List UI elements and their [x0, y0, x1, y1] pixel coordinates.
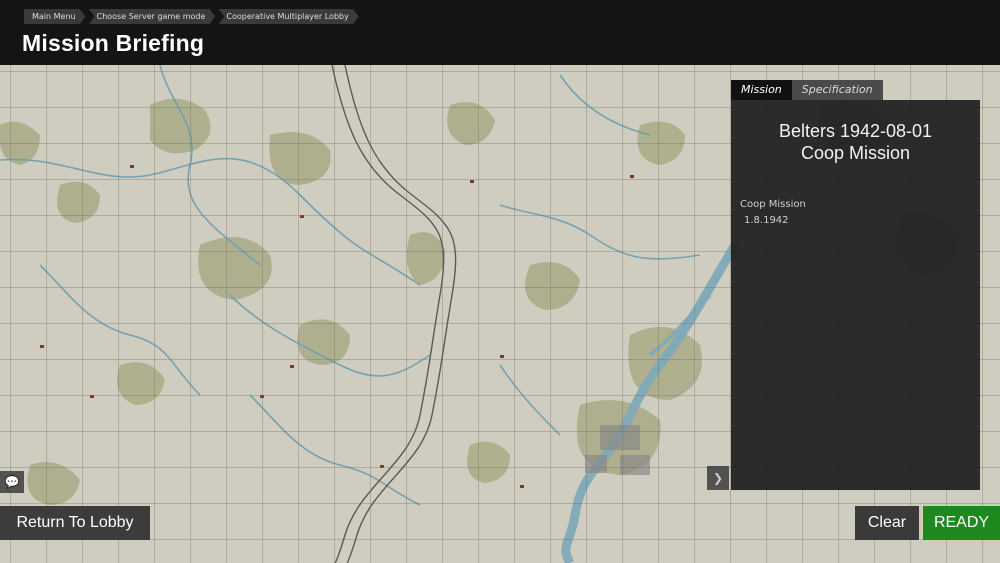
breadcrumb: Main Menu Choose Server game mode Cooper…	[24, 9, 362, 24]
header-bar: Main Menu Choose Server game mode Cooper…	[0, 0, 1000, 65]
return-to-lobby-button[interactable]: Return To Lobby	[0, 506, 150, 540]
tab-mission[interactable]: Mission	[731, 80, 792, 100]
chat-icon[interactable]: 💬	[0, 471, 24, 493]
mission-title: Belters 1942-08-01	[778, 121, 933, 141]
breadcrumb-main-menu[interactable]: Main Menu	[24, 9, 86, 24]
clear-button[interactable]: Clear	[855, 506, 919, 540]
ready-button[interactable]: READY	[923, 506, 1000, 540]
page-title: Mission Briefing	[22, 30, 205, 56]
breadcrumb-choose-server-mode[interactable]: Choose Server game mode	[89, 9, 216, 24]
briefing-tabs: Mission Specification	[731, 80, 883, 100]
breadcrumb-coop-lobby[interactable]: Cooperative Multiplayer Lobby	[218, 9, 358, 24]
mission-description-type: Coop Mission	[740, 199, 806, 210]
chevron-right-icon[interactable]: ❯	[707, 466, 729, 490]
mission-subtitle: Coop Mission	[800, 143, 911, 163]
briefing-panel: Belters 1942-08-01 Coop Mission Coop Mis…	[731, 100, 980, 490]
mission-description-date: 1.8.1942	[744, 215, 789, 226]
tab-specification[interactable]: Specification	[791, 80, 883, 100]
